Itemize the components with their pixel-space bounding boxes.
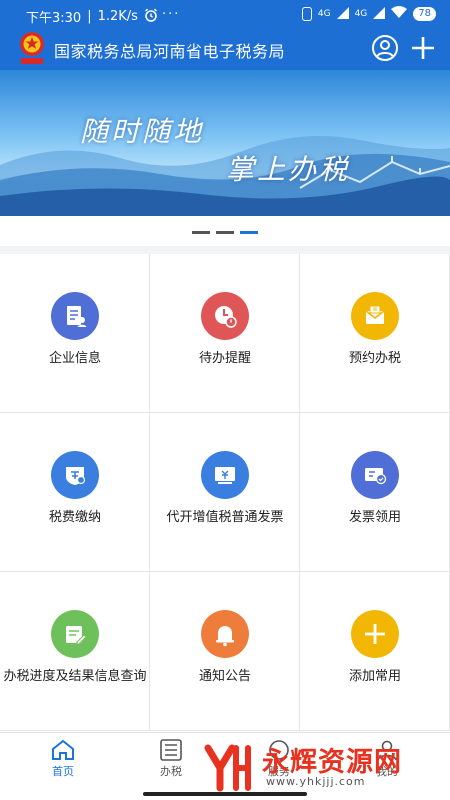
grid-item-notice[interactable]: 通知公告	[150, 572, 300, 731]
tab-label: 首页	[52, 765, 74, 778]
grid-item-label: 待办提醒	[198, 351, 251, 366]
battery-indicator: 78	[413, 7, 436, 21]
enterprise-info-icon	[51, 292, 99, 340]
status-more: ···	[162, 7, 181, 22]
title-bar: 国家税务总局河南省电子税务局	[0, 28, 450, 70]
list-icon	[160, 739, 182, 761]
network-type-2: 4G	[354, 9, 368, 19]
clock-reminder-icon	[201, 292, 249, 340]
grid-item-label: 办税进度及结果信息查询	[3, 669, 147, 684]
alarm-icon	[144, 8, 158, 26]
status-time: 下午3:30	[26, 11, 82, 26]
network-type-1: 4G	[317, 9, 331, 19]
grid-item-add-favorite[interactable]: 添加常用	[300, 572, 450, 731]
user-button[interactable]	[370, 33, 400, 63]
grid-item-label: 通知公告	[198, 669, 251, 684]
grid-item-todo-reminder[interactable]: 待办提醒	[150, 254, 300, 413]
status-bar: 下午3:30 | 1.2K/s ··· 4G 4G 78	[0, 0, 450, 28]
grid-item-label: 预约办税	[348, 351, 401, 366]
grid-item-issue-vat-invoice[interactable]: 代开增值税普通发票	[150, 413, 300, 572]
progress-query-icon	[51, 610, 99, 658]
plus-icon	[351, 610, 399, 658]
grid-item-enterprise-info[interactable]: 企业信息	[0, 254, 150, 413]
home-icon	[52, 739, 74, 760]
watermark: 永辉资源网 www.yhkjjj.com	[190, 736, 450, 796]
grid-item-tax-payment[interactable]: 税费缴纳	[0, 413, 150, 572]
grid-item-label: 发票领用	[348, 510, 401, 525]
header: 下午3:30 | 1.2K/s ··· 4G 4G 78 国家税务总局河南省电子…	[0, 0, 450, 70]
status-speed: 1.2K/s	[97, 9, 138, 24]
app-root: 下午3:30 | 1.2K/s ··· 4G 4G 78 国家税务总局河南省电子…	[0, 0, 450, 800]
tax-bureau-emblem-icon	[16, 30, 48, 66]
home-indicator[interactable]	[143, 792, 307, 796]
watermark-logo-icon	[202, 742, 252, 792]
tax-payment-icon	[51, 451, 99, 499]
bell-icon	[201, 610, 249, 658]
grid-item-label: 企业信息	[48, 351, 101, 366]
banner-carousel[interactable]: 随时随地 掌上办税	[0, 70, 450, 216]
grid-item-label: 添加常用	[348, 669, 401, 684]
carousel-pager	[0, 216, 450, 246]
grid-item-label: 税费缴纳	[48, 510, 101, 525]
grid-item-label: 代开增值税普通发票	[166, 510, 284, 525]
tab-home[interactable]: 首页	[33, 739, 93, 783]
grid-item-appointment[interactable]: 预约办税	[300, 254, 450, 413]
banner-landscape	[0, 136, 450, 216]
pager-dot-active[interactable]	[240, 231, 258, 234]
add-button[interactable]	[408, 33, 438, 63]
invoice-issue-icon	[201, 451, 249, 499]
watermark-url: www.yhkjjj.com	[266, 775, 366, 788]
user-icon	[372, 35, 398, 61]
appointment-icon	[351, 292, 399, 340]
banner-slogan-line2: 掌上办税	[226, 153, 351, 186]
sim-icon	[301, 7, 312, 21]
app-title: 国家税务总局河南省电子税务局	[54, 42, 286, 61]
pager-dot[interactable]	[192, 231, 210, 234]
service-grid: 企业信息 待办提醒 预约办税 税费缴纳 代开增值税普通发票 发票领用 办税进度及…	[0, 254, 450, 732]
grid-item-invoice-receive[interactable]: 发票领用	[300, 413, 450, 572]
pager-dot[interactable]	[216, 231, 234, 234]
signal-icon	[336, 6, 349, 22]
grid-item-progress-query[interactable]: 办税进度及结果信息查询	[0, 572, 150, 731]
banner-slogan-line1: 随时随地	[80, 115, 205, 148]
plus-icon	[412, 37, 434, 59]
status-divider: |	[87, 9, 92, 24]
signal-icon	[373, 6, 386, 22]
invoice-receive-icon	[351, 451, 399, 499]
wifi-icon	[391, 6, 408, 22]
watermark-text: 永辉资源网	[262, 747, 402, 778]
